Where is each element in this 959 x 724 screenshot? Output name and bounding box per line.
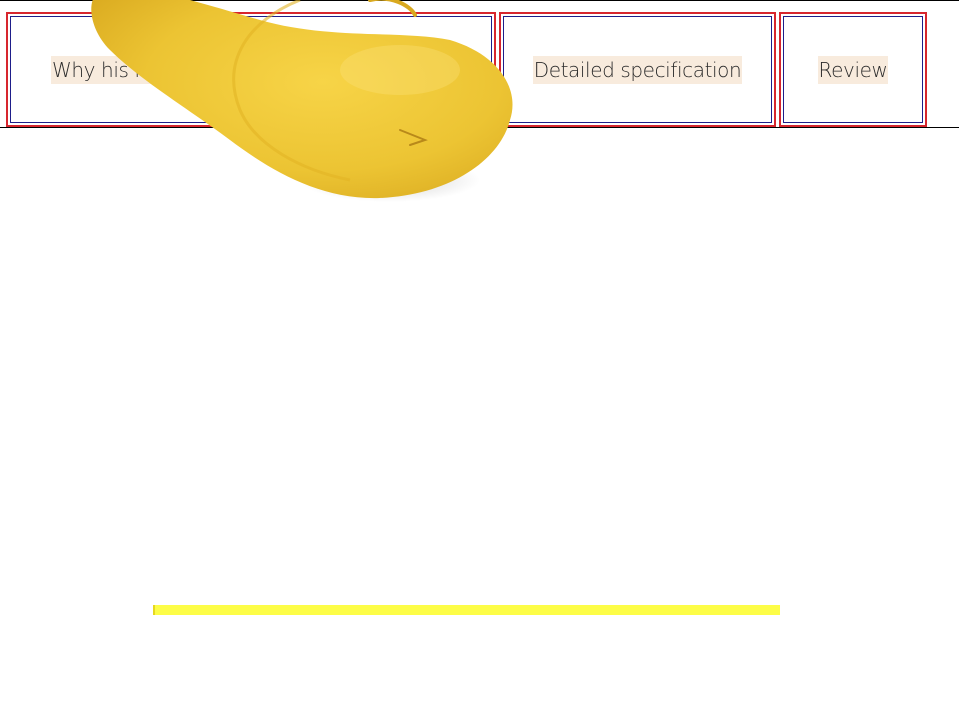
tab-inner-frame: Review [783, 16, 923, 123]
top-divider [0, 0, 959, 1]
tab-bar: Why his name is... Detailed specificatio… [0, 12, 959, 128]
tab-why-his-name[interactable]: Why his name is... [6, 12, 496, 127]
progress-bar-cap [153, 605, 155, 615]
tab-label: Review [817, 55, 889, 84]
progress-bar [153, 605, 780, 615]
tab-label: Detailed specification [532, 55, 743, 84]
tab-detailed-specification[interactable]: Detailed specification [499, 12, 776, 127]
tab-review[interactable]: Review [779, 12, 927, 127]
page: Why his name is... Detailed specificatio… [0, 0, 959, 724]
tab-inner-frame: Why his name is... [10, 16, 492, 123]
progress-bar-fill [153, 605, 780, 615]
tab-label: Why his name is... [51, 55, 230, 84]
tab-inner-frame: Detailed specification [503, 16, 772, 123]
